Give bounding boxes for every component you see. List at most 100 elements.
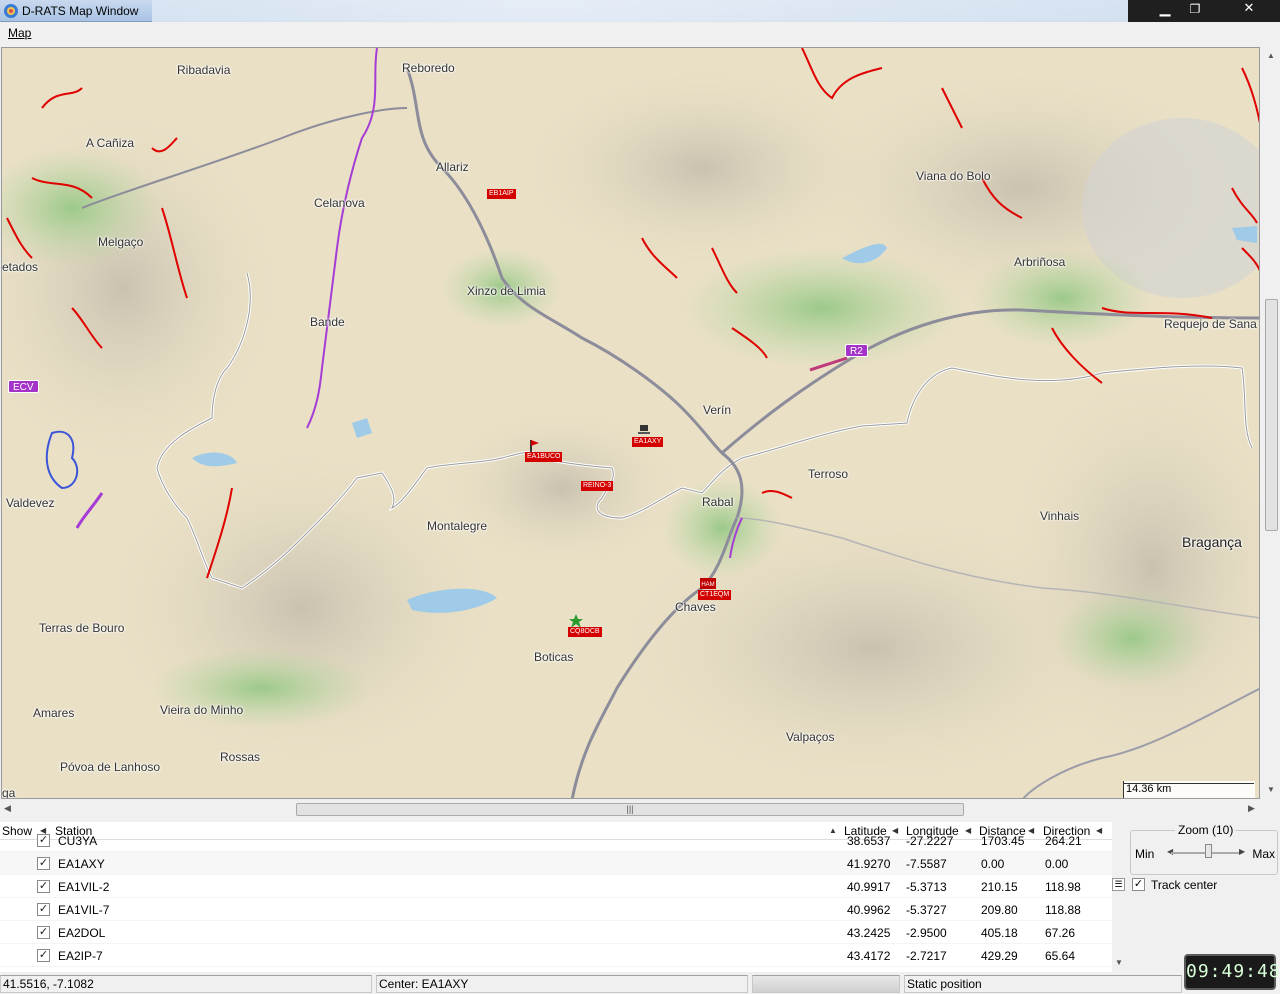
status-bar: 41.5516, -7.1082 Center: EA1AXY Static p… — [0, 974, 1280, 994]
station-name: EA2IP-7 — [58, 949, 103, 963]
latitude-value: 43.2425 — [847, 926, 891, 940]
table-row[interactable]: ✓ EA2IP-7 43.4172 -2.7217 429.29 65.64 — [0, 944, 1112, 967]
station-marker[interactable]: EA1BUCO — [525, 452, 563, 462]
track-center-checkbox[interactable]: ✓ — [1132, 878, 1145, 891]
place-label: Ribadavia — [177, 63, 231, 77]
scale-label: 14.36 km — [1126, 783, 1172, 795]
scroll-left-icon[interactable]: ◀ — [4, 803, 11, 814]
menu-bar: Map — [0, 23, 1280, 43]
direction-value: 264.21 — [1045, 834, 1082, 848]
station-marker[interactable]: CT1EQM — [698, 590, 732, 600]
table-scrollbar[interactable]: ▼ — [1112, 822, 1126, 972]
map-vertical-scrollbar[interactable]: ▲ ▼ — [1263, 47, 1280, 799]
zoom-max-label: Max — [1252, 847, 1275, 861]
place-label: Verín — [703, 403, 732, 417]
scale-bar — [1124, 783, 1254, 784]
map-horizontal-scrollbar[interactable]: ◀ ||| ▶ — [0, 801, 1262, 818]
distance-value: 405.18 — [981, 926, 1018, 940]
place-label: Allariz — [436, 160, 469, 174]
longitude-value: -5.3713 — [906, 880, 947, 894]
road-shield: R2 — [845, 344, 868, 357]
table-row[interactable]: ✓ EA1AXY 41.9270 -7.5587 0.00 0.00 — [0, 852, 1112, 875]
direction-value: 0.00 — [1045, 857, 1069, 871]
station-name: EA1VIL-2 — [58, 880, 110, 894]
show-checkbox[interactable]: ✓ — [37, 857, 50, 870]
zoom-group: Zoom (10) Min ◀ ▶ Max — [1130, 823, 1278, 875]
star-icon — [569, 614, 583, 628]
station-marker[interactable]: EA1AXY — [632, 437, 664, 447]
show-checkbox[interactable]: ✓ — [37, 926, 50, 939]
table-row[interactable]: ✓ EA1VIL-7 40.9962 -5.3727 209.80 118.88 — [0, 898, 1112, 921]
maximize-button[interactable]: ❐ — [1180, 0, 1210, 20]
scroll-up-icon[interactable]: ▲ — [1267, 51, 1275, 60]
ham-icon: HAM — [700, 578, 716, 589]
svg-text:HAM: HAM — [701, 582, 714, 588]
latitude-value: 41.9270 — [847, 857, 891, 871]
show-checkbox[interactable]: ✓ — [37, 834, 50, 847]
longitude-value: -7.5587 — [906, 857, 947, 871]
titlebar-background — [152, 0, 1128, 22]
latitude-value: 43.4172 — [847, 949, 891, 963]
station-table: Show ◀ Station ▲ Latitude ◀ Longitude ◀ … — [0, 822, 1112, 972]
show-checkbox[interactable]: ✓ — [37, 949, 50, 962]
app-icon — [4, 4, 18, 18]
minimize-button[interactable]: ▁ — [1150, 0, 1180, 20]
direction-value: 67.26 — [1045, 926, 1076, 940]
place-label: Arbriñosa — [1014, 255, 1066, 269]
scroll-down-icon[interactable]: ▼ — [1115, 958, 1123, 967]
close-button[interactable]: ✕ — [1228, 0, 1270, 20]
show-checkbox[interactable]: ✓ — [37, 903, 50, 916]
place-label: Bande — [310, 315, 345, 329]
longitude-value: -2.9500 — [906, 926, 947, 940]
latitude-value: 38.6537 — [847, 834, 891, 848]
window-controls: ▁ ❐ ✕ — [1128, 0, 1280, 22]
show-checkbox[interactable]: ✓ — [37, 880, 50, 893]
place-label: Rabal — [702, 495, 734, 509]
station-marker[interactable]: EB1AIP — [487, 189, 516, 199]
zoom-slider-handle[interactable] — [1205, 844, 1212, 858]
distance-value: 0.00 — [981, 857, 1005, 871]
column-menu-icon[interactable]: ☰ — [1112, 878, 1125, 891]
place-label: Rossas — [220, 750, 261, 764]
table-row[interactable]: ✓ EA2DOL 43.2425 -2.9500 405.18 67.26 — [0, 921, 1112, 944]
scroll-right-icon[interactable]: ▶ — [1248, 803, 1255, 814]
place-label: Valdevez — [6, 496, 55, 510]
distance-value: 429.29 — [981, 949, 1018, 963]
status-center: Center: EA1AXY — [376, 975, 748, 993]
place-label: Melgaço — [98, 235, 144, 249]
place-label: A Cañiza — [86, 136, 135, 150]
direction-value: 118.88 — [1045, 903, 1081, 917]
station-name: EA2DOL — [58, 926, 106, 940]
table-row[interactable]: ✓ EA1VIL-2 40.9917 -5.3713 210.15 118.98 — [0, 875, 1112, 898]
station-name: EA1VIL-7 — [58, 903, 110, 917]
flag-icon — [530, 440, 539, 452]
station-name: EA1AXY — [58, 857, 105, 871]
distance-value: 1703.45 — [981, 834, 1025, 848]
menu-map[interactable]: Map — [8, 26, 31, 40]
station-marker[interactable]: REINO-3 — [581, 481, 614, 491]
scrollbar-thumb[interactable] — [1265, 299, 1278, 531]
longitude-value: -2.7217 — [906, 949, 947, 963]
place-label: Vinhais — [1040, 509, 1080, 523]
place-label: Requejo de Sana — [1164, 317, 1257, 331]
map-view[interactable]: Ribadavia Reboredo A Cañiza Allariz Cela… — [1, 47, 1260, 799]
status-progress — [752, 975, 900, 993]
scroll-down-icon[interactable]: ▼ — [1267, 785, 1275, 794]
window-titlebar: D-RATS Map Window ▁ ❐ ✕ — [0, 0, 1280, 22]
table-row[interactable]: ✓ CU3YA 38.6537 -27.2227 1703.45 264.21 — [0, 829, 1112, 852]
distance-value: 210.15 — [981, 880, 1018, 894]
zoom-min-label: Min — [1135, 847, 1155, 861]
place-label: Póvoa de Lanhoso — [60, 760, 161, 774]
station-marker[interactable]: CQ8OCB — [568, 627, 602, 637]
distance-value: 209.80 — [981, 903, 1018, 917]
place-label: Valpaços — [786, 730, 835, 744]
place-label: ga — [2, 786, 16, 799]
map-controls-panel: Zoom (10) Min ◀ ▶ Max ✓ Track center — [1128, 822, 1280, 972]
place-label: Terras de Bouro — [39, 621, 125, 635]
place-label: Montalegre — [427, 519, 488, 533]
window-title: D-RATS Map Window — [22, 4, 139, 18]
scrollbar-thumb[interactable]: ||| — [296, 803, 964, 816]
desktop-clock: 09:49:48 — [1184, 954, 1280, 990]
track-center-label: Track center — [1151, 878, 1218, 892]
zoom-in-icon[interactable]: ▶ — [1239, 847, 1245, 856]
